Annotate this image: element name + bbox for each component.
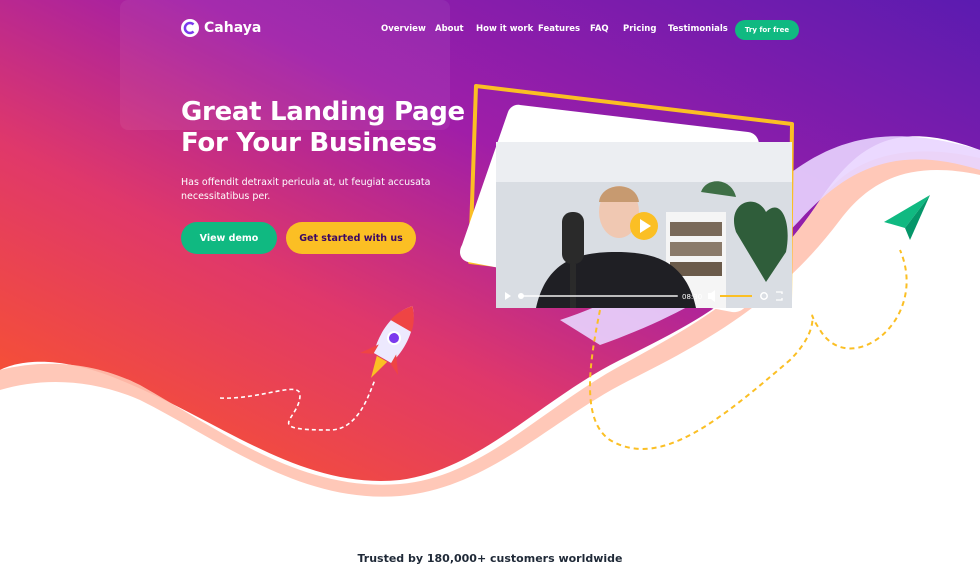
top-nav: Cahaya Overview About How it work Featur…	[0, 0, 980, 60]
headline-line-1: Great Landing Page	[181, 97, 465, 127]
nav-features[interactable]: Features	[538, 24, 580, 34]
c-logo-icon	[181, 19, 199, 37]
nav-faq[interactable]: FAQ	[590, 24, 609, 34]
video-timestamp: 08:30	[682, 293, 703, 301]
subtext-line-2: necessitatibus per.	[181, 191, 271, 202]
subtext-line-1: Has offendit detraxit pericula at, ut fe…	[181, 177, 431, 188]
get-started-button[interactable]: Get started with us	[286, 222, 416, 254]
play-small-icon	[505, 292, 511, 300]
hero-subtext: Has offendit detraxit pericula at, ut fe…	[181, 176, 441, 204]
nav-about[interactable]: About	[435, 24, 464, 34]
volume-icon	[708, 290, 715, 302]
brand-logo[interactable]: Cahaya	[180, 18, 261, 38]
hero-headline: Great Landing Page For Your Business	[181, 97, 465, 159]
hero-section: Cahaya Overview About How it work Featur…	[0, 0, 980, 572]
nav-overview[interactable]: Overview	[381, 24, 426, 34]
try-for-free-button[interactable]: Try for free	[735, 20, 799, 40]
trusted-by-heading: Trusted by 180,000+ customers worldwide	[357, 552, 623, 565]
nav-how-it-work[interactable]: How it work	[476, 24, 533, 34]
hero-background	[0, 0, 980, 572]
nav-testimonials[interactable]: Testimonials	[668, 24, 728, 34]
video-player[interactable]: 08:30	[496, 142, 792, 308]
view-demo-button[interactable]: View demo	[181, 222, 277, 254]
nav-pricing[interactable]: Pricing	[623, 24, 656, 34]
video-controls: 08:30	[496, 284, 792, 308]
settings-icon	[760, 292, 768, 300]
headline-line-2: For Your Business	[181, 128, 437, 158]
fullscreen-icon	[776, 291, 783, 301]
brand-name: Cahaya	[204, 20, 262, 36]
